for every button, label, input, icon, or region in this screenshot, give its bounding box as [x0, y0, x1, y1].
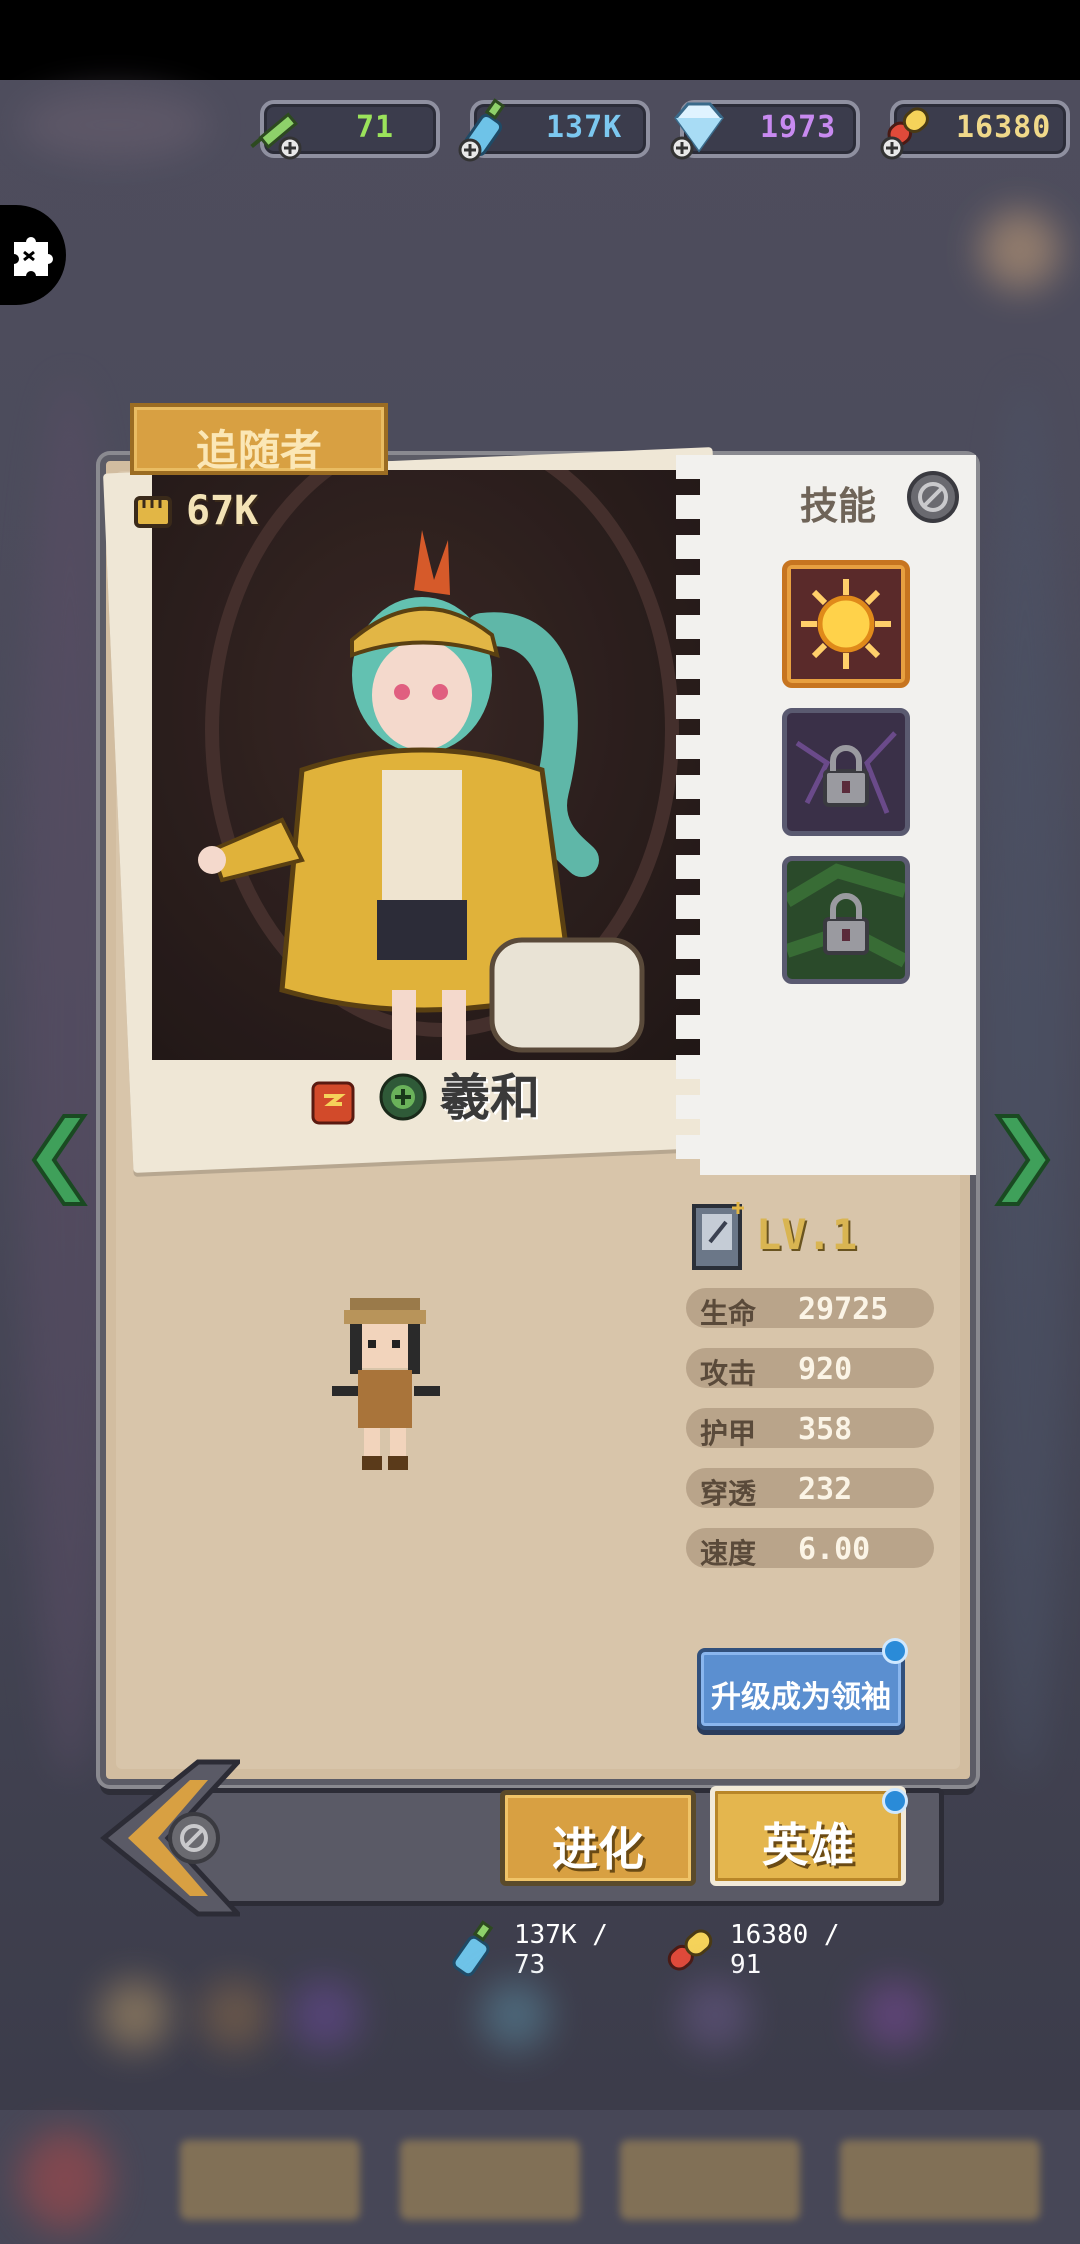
hero-sprite: [328, 1290, 446, 1480]
lock-icon: [795, 731, 897, 814]
stat-speed: 速度 6.00: [686, 1528, 934, 1570]
skill-settings-button[interactable]: [906, 470, 960, 524]
hero-level: LV.1: [756, 1210, 858, 1259]
stat-label: 速度: [700, 1537, 757, 1570]
skill-slot-3-locked[interactable]: [782, 856, 910, 984]
skills-label: 技能: [800, 484, 877, 528]
upgrade-to-leader-button[interactable]: 升级成为领袖: [697, 1648, 905, 1730]
arrow-left-icon: [31, 1114, 88, 1206]
skill-slot-2-locked[interactable]: [782, 708, 910, 836]
resource-bottle-value: 137K: [546, 110, 623, 145]
stat-value: 358: [798, 1412, 853, 1447]
skill-slot-1[interactable]: [782, 560, 910, 688]
stat-label: 生命: [700, 1297, 757, 1330]
power-rating: 67K: [130, 488, 258, 536]
stat-label: 穿透: [700, 1477, 757, 1510]
syringe-icon[interactable]: [246, 96, 312, 162]
resource-syringe-value: 71: [356, 110, 395, 145]
notification-dot: [882, 1638, 908, 1664]
bottle-icon[interactable]: [456, 96, 522, 162]
lock-icon: [783, 863, 909, 968]
back-button[interactable]: [98, 1758, 244, 1918]
evolve-label: 进化: [552, 1822, 644, 1876]
diamond-icon[interactable]: [666, 96, 732, 162]
notification-dot: [882, 1788, 908, 1814]
hero-tab-button[interactable]: 英雄: [710, 1786, 906, 1886]
pill-icon[interactable]: [876, 96, 942, 162]
stat-penetration: 穿透 232: [686, 1468, 934, 1510]
stat-value: 232: [798, 1472, 853, 1507]
stat-value: 6.00: [798, 1532, 871, 1567]
level-book[interactable]: [690, 1200, 748, 1276]
stat-attack: 攻击 920: [686, 1348, 934, 1390]
fist-icon: [134, 496, 172, 528]
prev-hero-arrow[interactable]: [28, 1110, 90, 1210]
stat-armor: 护甲 358: [686, 1408, 934, 1450]
back-arrow-icon: [100, 1759, 244, 1917]
category-plate: 追随者: [130, 403, 388, 475]
bottom-nav-item: [180, 2140, 360, 2220]
sun-skill-icon: [791, 569, 901, 679]
bottom-nav-item: [840, 2140, 1040, 2220]
class-badge-icon: [379, 1073, 427, 1121]
evolve-button[interactable]: 进化: [500, 1790, 696, 1886]
bottom-nav-item: [620, 2140, 800, 2220]
blocked-icon: [907, 471, 959, 523]
stat-value: 920: [798, 1352, 853, 1387]
hero-name: 羲和: [440, 1069, 540, 1127]
stat-hp: 生命 29725: [686, 1288, 934, 1330]
resource-pill-value: 16380: [956, 110, 1052, 145]
blurred-hero-row: [0, 1960, 1080, 2080]
book-icon: [692, 1202, 744, 1270]
bottom-nav-item: [400, 2140, 580, 2220]
power-value: 67K: [186, 488, 259, 534]
resource-diamond-value: 1973: [760, 110, 837, 145]
cost-line: 16380 /: [730, 1920, 840, 1950]
stat-value: 29725: [798, 1292, 889, 1327]
puzzle-icon: [14, 237, 53, 276]
status-bar: [0, 0, 1080, 80]
stat-label: 攻击: [700, 1357, 757, 1390]
category-title: 追随者: [195, 426, 322, 475]
faction-badge-icon: [311, 1081, 355, 1125]
cost-line: 137K /: [514, 1920, 608, 1950]
upgrade-to-leader-label: 升级成为领袖: [711, 1680, 891, 1715]
hero-portrait: [152, 470, 712, 1060]
next-hero-arrow[interactable]: [992, 1110, 1054, 1210]
hero-tab-label: 英雄: [762, 1818, 854, 1872]
arrow-right-icon: [994, 1114, 1051, 1206]
stat-label: 护甲: [700, 1417, 757, 1450]
